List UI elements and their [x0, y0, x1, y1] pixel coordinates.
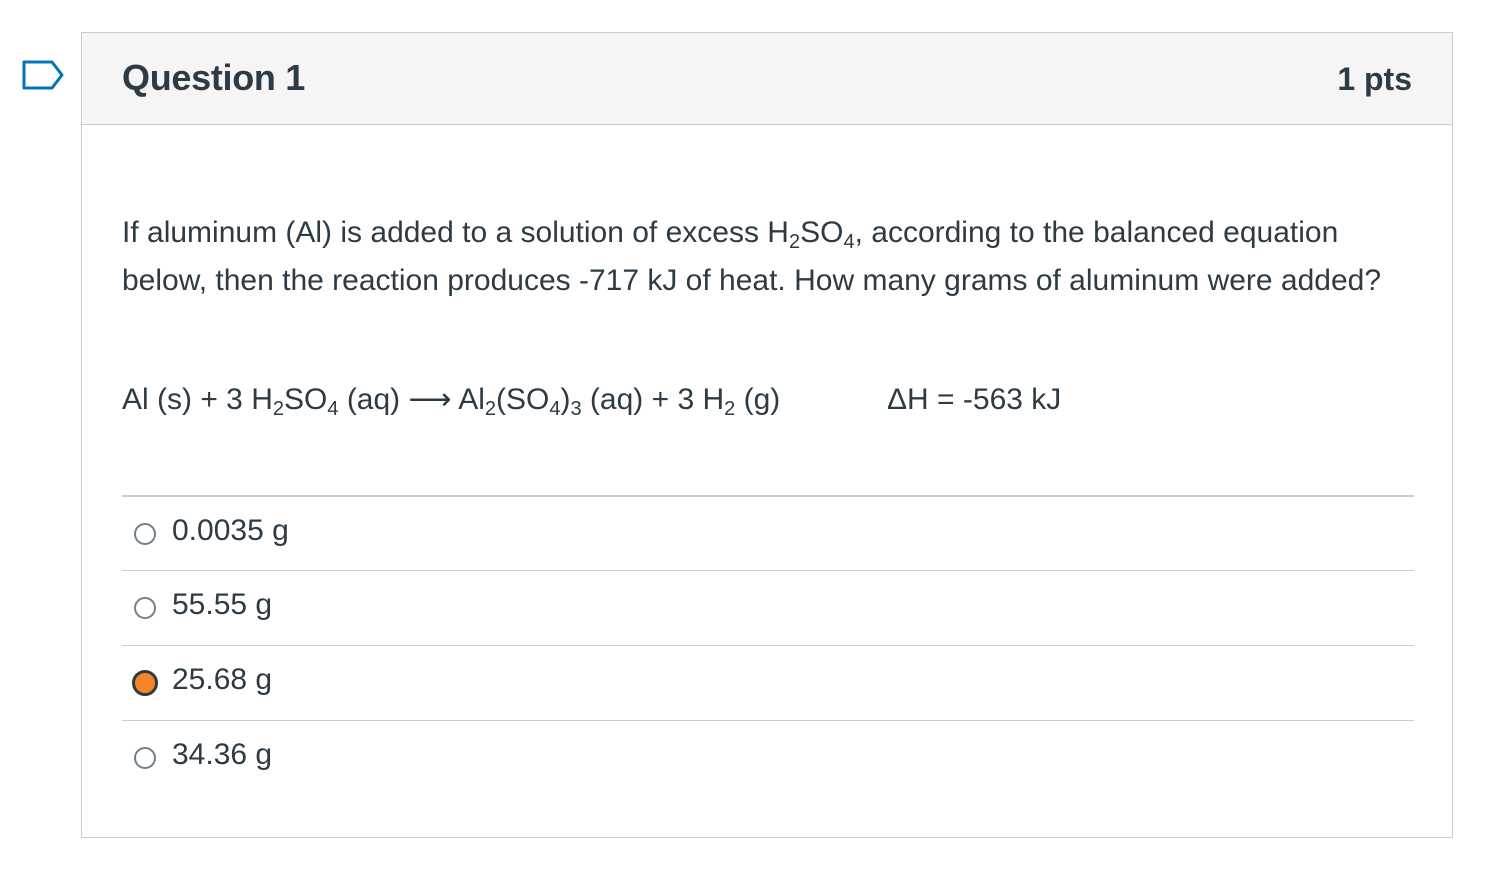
question-header: Question 1 1 pts — [82, 33, 1452, 125]
answer-label[interactable]: 55.55 g — [172, 588, 272, 622]
question-card: Question 1 1 pts If aluminum (Al) is add… — [81, 32, 1453, 838]
bookmark-flag-icon[interactable] — [22, 60, 64, 90]
chemical-equation: Al (s) + 3 H2SO4 (aq) ⟶ Al2(SO4)3 (aq) +… — [122, 383, 781, 420]
answer-option[interactable]: 25.68 g — [122, 645, 1414, 720]
radio-button[interactable] — [134, 523, 156, 545]
question-text: If aluminum (Al) is added to a solution … — [122, 216, 1382, 297]
radio-button[interactable] — [134, 747, 156, 769]
answer-option[interactable]: 34.36 g — [122, 720, 1414, 796]
question-points: 1 pts — [1337, 61, 1412, 97]
answer-option[interactable]: 0.0035 g — [122, 495, 1414, 570]
answer-label[interactable]: 34.36 g — [172, 738, 272, 772]
radio-button[interactable] — [134, 597, 156, 619]
answer-label[interactable]: 25.68 g — [172, 663, 272, 697]
enthalpy-value: ΔH = -563 kJ — [887, 383, 1062, 416]
question-title: Question 1 — [122, 57, 306, 98]
radio-button-selected[interactable] — [132, 670, 158, 696]
answer-label[interactable]: 0.0035 g — [172, 514, 289, 548]
answer-option[interactable]: 55.55 g — [122, 570, 1414, 645]
answer-list: 0.0035 g 55.55 g 25.68 g 34.36 g — [122, 495, 1414, 796]
